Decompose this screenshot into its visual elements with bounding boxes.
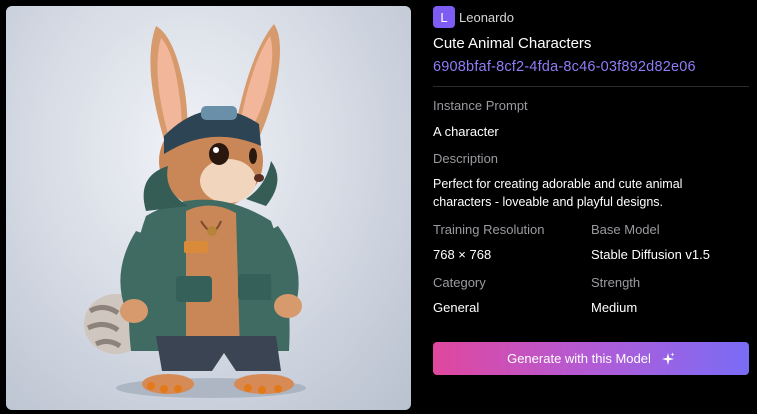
model-id[interactable]: 6908bfaf-8cf2-4fda-8c46-03f892d82e06	[433, 59, 696, 75]
instance-prompt-label: Instance Prompt	[433, 98, 528, 113]
generate-with-model-button[interactable]: Generate with this Model	[433, 342, 749, 375]
training-resolution-value: 768 × 768	[433, 247, 492, 262]
sparkle-icon	[661, 352, 675, 366]
base-model-value: Stable Diffusion v1.5	[591, 247, 710, 262]
training-resolution-label: Training Resolution	[433, 222, 545, 237]
owner-name[interactable]: Leonardo	[459, 10, 514, 25]
category-label: Category	[433, 275, 486, 290]
divider	[433, 86, 749, 87]
strength-label: Strength	[591, 275, 641, 290]
base-model-label: Base Model	[591, 222, 660, 237]
model-details-panel: L Leonardo Cute Animal Characters 6908bf…	[433, 0, 749, 414]
model-preview-image	[6, 6, 411, 410]
owner-avatar[interactable]: L	[433, 6, 455, 28]
instance-prompt-value: A character	[433, 124, 499, 139]
description-label: Description	[433, 151, 499, 166]
description-value: Perfect for creating adorable and cute a…	[433, 177, 683, 209]
category-value: General	[433, 300, 480, 315]
generate-button-label: Generate with this Model	[507, 351, 651, 366]
owner-row[interactable]: L Leonardo	[433, 5, 514, 29]
model-title: Cute Animal Characters	[433, 35, 592, 52]
strength-value: Medium	[591, 300, 638, 315]
rabbit-character-illustration	[84, 24, 306, 398]
